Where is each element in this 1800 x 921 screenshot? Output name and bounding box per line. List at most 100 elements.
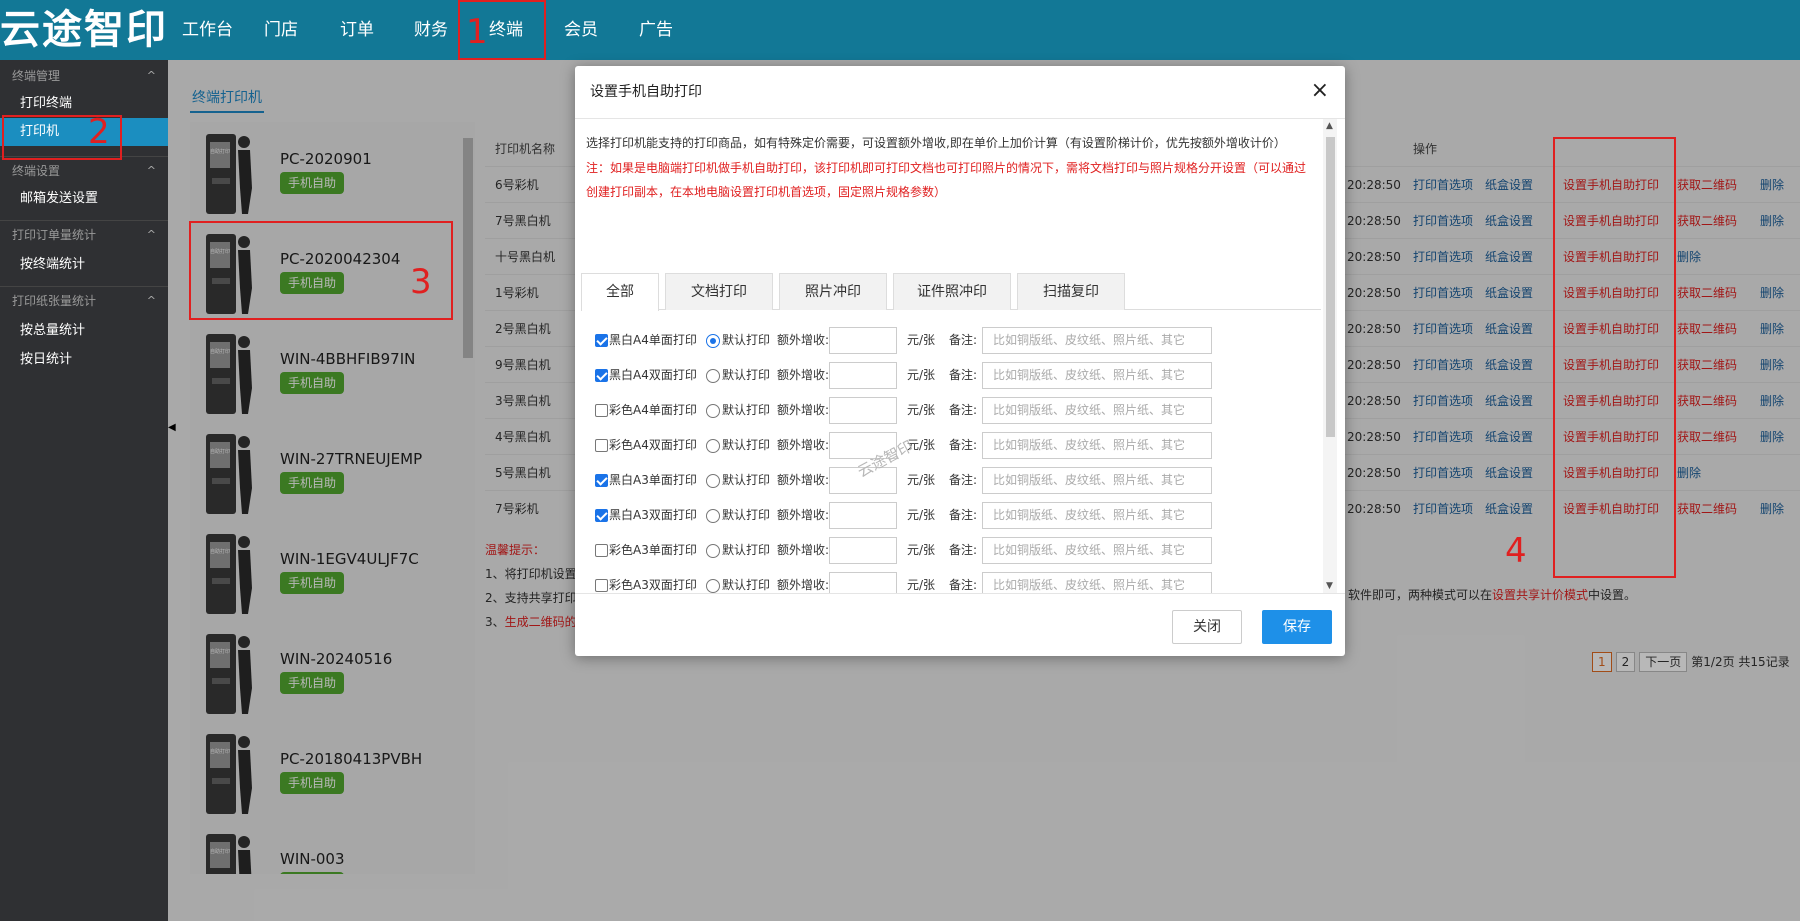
item-checkbox[interactable] <box>595 509 608 522</box>
tab-document-print[interactable]: 文档打印 <box>665 273 773 310</box>
note-label: 备注: <box>949 403 978 417</box>
scroll-up-icon[interactable]: ▲ <box>1326 121 1333 131</box>
tab-scan-copy[interactable]: 扫描复印 <box>1017 273 1125 310</box>
sidebar-item-email-settings[interactable]: 邮箱发送设置 <box>0 185 168 213</box>
item-checkbox[interactable] <box>595 404 608 417</box>
unit-label: 元/张 <box>907 508 936 522</box>
default-print-radio[interactable] <box>706 369 720 383</box>
extra-charge-label: 额外增收: <box>777 578 830 592</box>
default-print-radio[interactable] <box>706 544 720 558</box>
sidebar-item-total-stats[interactable]: 按总量统计 <box>0 317 168 345</box>
extra-charge-input[interactable] <box>829 362 897 389</box>
chevron-up-icon: ^ <box>146 69 156 82</box>
annotation-number-2: 2 <box>88 112 110 152</box>
tab-photo-print[interactable]: 照片冲印 <box>779 273 887 310</box>
extra-charge-label: 额外增收: <box>777 543 830 557</box>
extra-charge-input[interactable] <box>829 537 897 564</box>
sidebar-group-paper-stats[interactable]: 打印纸张量统计 ^ <box>0 288 168 314</box>
note-input[interactable]: 比如铜版纸、皮纹纸、照片纸、其它 <box>982 537 1212 564</box>
default-print-label: 默认打印 <box>722 333 771 347</box>
sidebar-toggle-icon[interactable]: ◀ <box>168 422 176 433</box>
note-input[interactable]: 比如铜版纸、皮纹纸、照片纸、其它 <box>982 432 1212 459</box>
default-print-radio[interactable] <box>706 579 720 593</box>
chevron-up-icon: ^ <box>146 228 156 241</box>
note-label: 备注: <box>949 543 978 557</box>
default-print-label: 默认打印 <box>722 508 771 522</box>
note-input[interactable]: 比如铜版纸、皮纹纸、照片纸、其它 <box>982 467 1212 494</box>
print-item-row: 彩色A4单面打印 默认打印 额外增收: 元/张 备注: 比如铜版纸、皮纹纸、照片纸、其它 <box>595 395 1235 425</box>
item-checkbox[interactable] <box>595 439 608 452</box>
sidebar-group-terminal-settings[interactable]: 终端设置 ^ <box>0 158 168 184</box>
modal-body: 选择打印机能支持的打印商品，如有特殊定价需要，可设置额外增收,即在单价上加价计算… <box>575 119 1345 593</box>
save-button[interactable]: 保存 <box>1262 610 1332 644</box>
item-checkbox[interactable] <box>595 334 608 347</box>
scroll-down-icon[interactable]: ▼ <box>1326 581 1333 591</box>
unit-label: 元/张 <box>907 473 936 487</box>
print-item-row: 黑白A4单面打印 默认打印 额外增收: 元/张 备注: 比如铜版纸、皮纹纸、照片纸、其它 <box>595 325 1235 355</box>
sidebar-item-daily-stats[interactable]: 按日统计 <box>0 346 168 374</box>
note-label: 备注: <box>949 578 978 592</box>
note-input[interactable]: 比如铜版纸、皮纹纸、照片纸、其它 <box>982 572 1212 593</box>
unit-label: 元/张 <box>907 403 936 417</box>
nav-stores[interactable]: 门店 <box>264 0 298 60</box>
item-label: 彩色A3双面打印 <box>609 578 697 592</box>
tab-all[interactable]: 全部 <box>581 273 659 311</box>
annotation-number-3: 3 <box>410 262 432 302</box>
note-input[interactable]: 比如铜版纸、皮纹纸、照片纸、其它 <box>982 502 1212 529</box>
annotation-box-4 <box>1553 137 1676 578</box>
item-label: 彩色A4单面打印 <box>609 403 697 417</box>
note-input[interactable]: 比如铜版纸、皮纹纸、照片纸、其它 <box>982 397 1212 424</box>
default-print-label: 默认打印 <box>722 438 771 452</box>
item-checkbox[interactable] <box>595 544 608 557</box>
item-label: 彩色A3单面打印 <box>609 543 697 557</box>
extra-charge-input[interactable] <box>829 572 897 593</box>
default-print-radio[interactable] <box>706 404 720 418</box>
default-print-radio[interactable] <box>706 334 720 348</box>
default-print-label: 默认打印 <box>722 403 771 417</box>
modal-title: 设置手机自助打印 <box>590 84 702 100</box>
default-print-radio[interactable] <box>706 509 720 523</box>
chevron-up-icon: ^ <box>146 164 156 177</box>
annotation-number-1: 1 <box>466 12 488 52</box>
note-label: 备注: <box>949 473 978 487</box>
nav-members[interactable]: 会员 <box>564 0 598 60</box>
note-label: 备注: <box>949 508 978 522</box>
sidebar-group-order-stats[interactable]: 打印订单量统计 ^ <box>0 222 168 248</box>
extra-charge-input[interactable] <box>829 397 897 424</box>
unit-label: 元/张 <box>907 543 936 557</box>
note-input[interactable]: 比如铜版纸、皮纹纸、照片纸、其它 <box>982 362 1212 389</box>
default-print-radio[interactable] <box>706 474 720 488</box>
modal-tabs: 全部 文档打印 照片冲印 证件照冲印 扫描复印 <box>581 273 1321 311</box>
item-label: 黑白A4单面打印 <box>609 333 697 347</box>
default-print-radio[interactable] <box>706 439 720 453</box>
item-label: 彩色A4双面打印 <box>609 438 697 452</box>
print-item-row: 彩色A3单面打印 默认打印 额外增收: 元/张 备注: 比如铜版纸、皮纹纸、照片纸、其它 <box>595 535 1235 565</box>
nav-orders[interactable]: 订单 <box>340 0 374 60</box>
chevron-up-icon: ^ <box>146 294 156 307</box>
unit-label: 元/张 <box>907 333 936 347</box>
sidebar-item-print-terminals[interactable]: 打印终端 <box>0 90 168 118</box>
nav-finance[interactable]: 财务 <box>414 0 448 60</box>
extra-charge-label: 额外增收: <box>777 333 830 347</box>
sidebar: 终端管理 ^ 打印终端 打印机 终端设置 ^ 邮箱发送设置 打印订单量统计 ^ 按终端… <box>0 60 168 921</box>
print-item-row: 黑白A3双面打印 默认打印 额外增收: 元/张 备注: 比如铜版纸、皮纹纸、照片纸、其它 <box>595 500 1235 530</box>
item-checkbox[interactable] <box>595 369 608 382</box>
tab-id-photo-print[interactable]: 证件照冲印 <box>893 273 1011 310</box>
sidebar-item-by-terminal[interactable]: 按终端统计 <box>0 251 168 279</box>
extra-charge-input[interactable] <box>829 502 897 529</box>
nav-ads[interactable]: 广告 <box>639 0 673 60</box>
extra-charge-input[interactable] <box>829 327 897 354</box>
item-checkbox[interactable] <box>595 474 608 487</box>
close-button[interactable]: 关闭 <box>1172 610 1242 644</box>
nav-workbench[interactable]: 工作台 <box>182 0 233 60</box>
modal-note: 注：如果是电脑端打印机做手机自助打印，该打印机即可打印文档也可打印照片的情况下，… <box>586 161 1307 199</box>
print-item-row: 黑白A3单面打印 默认打印 额外增收: 元/张 备注: 比如铜版纸、皮纹纸、照片纸、其它 <box>595 465 1235 495</box>
modal-scrollbar-thumb[interactable] <box>1326 137 1335 437</box>
close-icon[interactable]: × <box>1311 78 1329 104</box>
item-checkbox[interactable] <box>595 579 608 592</box>
sidebar-group-terminal-management[interactable]: 终端管理 ^ <box>0 63 168 89</box>
note-label: 备注: <box>949 333 978 347</box>
unit-label: 元/张 <box>907 368 936 382</box>
item-label: 黑白A3单面打印 <box>609 473 697 487</box>
note-input[interactable]: 比如铜版纸、皮纹纸、照片纸、其它 <box>982 327 1212 354</box>
